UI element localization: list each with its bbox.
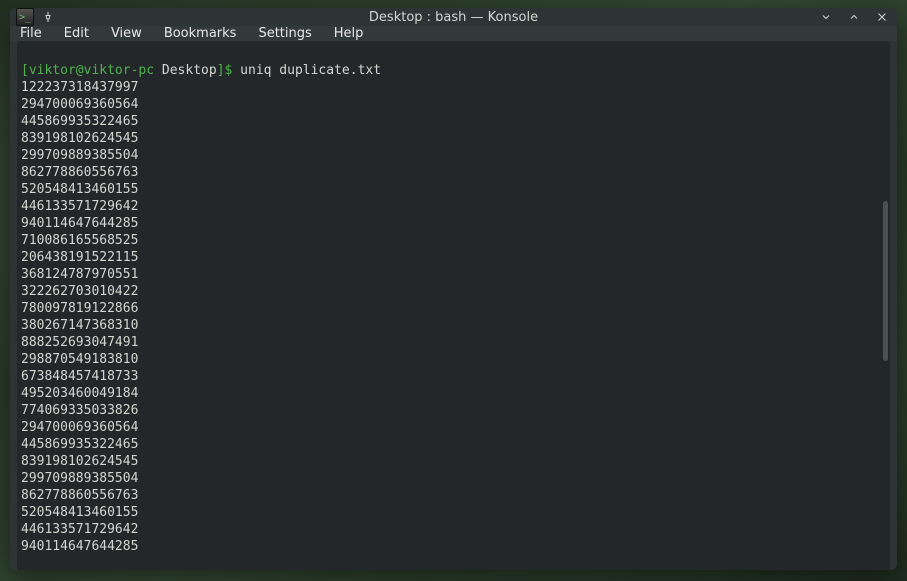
- prompt-userhost: viktor@viktor-pc: [29, 63, 154, 78]
- output-line: 294700069360564: [21, 419, 882, 436]
- output-line: 446133571729642: [21, 198, 882, 215]
- menu-bookmarks[interactable]: Bookmarks: [164, 26, 237, 41]
- konsole-window: >_ Desktop : bash — Konsole File Edit Vi…: [10, 8, 897, 570]
- prompt-line: [viktor@viktor-pc Desktop]$ uniq duplica…: [21, 63, 381, 78]
- terminal-container: [viktor@viktor-pc Desktop]$ uniq duplica…: [10, 41, 897, 570]
- minimize-button[interactable]: [817, 8, 835, 26]
- pin-icon[interactable]: [40, 9, 56, 25]
- terminal-output: 1222373184379972947000693605644458699353…: [21, 79, 882, 555]
- output-line: 710086165568525: [21, 232, 882, 249]
- output-line: 322262703010422: [21, 283, 882, 300]
- output-line: 380267147368310: [21, 317, 882, 334]
- output-line: 862778860556763: [21, 487, 882, 504]
- output-line: 294700069360564: [21, 96, 882, 113]
- output-line: 446133571729642: [21, 521, 882, 538]
- output-line: 206438191522115: [21, 249, 882, 266]
- output-line: 298870549183810: [21, 351, 882, 368]
- menu-edit[interactable]: Edit: [64, 26, 89, 41]
- scrollbar-thumb[interactable]: [883, 201, 888, 361]
- output-line: 520548413460155: [21, 504, 882, 521]
- menu-help[interactable]: Help: [334, 26, 364, 41]
- menu-view[interactable]: View: [111, 26, 142, 41]
- output-line: 888252693047491: [21, 334, 882, 351]
- output-line: 368124787970551: [21, 266, 882, 283]
- menubar: File Edit View Bookmarks Settings Help: [10, 26, 897, 41]
- maximize-button[interactable]: [845, 8, 863, 26]
- menu-settings[interactable]: Settings: [258, 26, 311, 41]
- close-button[interactable]: [873, 8, 891, 26]
- titlebar-left-icons: >_: [16, 8, 56, 26]
- prompt-open-bracket: [: [21, 63, 29, 78]
- output-line: 495203460049184: [21, 385, 882, 402]
- window-controls: [817, 8, 891, 26]
- output-line: 839198102624545: [21, 130, 882, 147]
- titlebar[interactable]: >_ Desktop : bash — Konsole: [10, 8, 897, 26]
- window-title: Desktop : bash — Konsole: [10, 10, 897, 25]
- menu-file[interactable]: File: [20, 26, 42, 41]
- output-line: 862778860556763: [21, 164, 882, 181]
- output-line: 445869935322465: [21, 436, 882, 453]
- prompt-command: uniq duplicate.txt: [232, 63, 381, 78]
- terminal-app-icon[interactable]: >_: [16, 8, 34, 26]
- prompt-cwd: Desktop: [154, 63, 217, 78]
- output-line: 520548413460155: [21, 181, 882, 198]
- output-line: 299709889385504: [21, 470, 882, 487]
- prompt-close-bracket: ]: [217, 63, 225, 78]
- output-line: 774069335033826: [21, 402, 882, 419]
- output-line: 940114647644285: [21, 215, 882, 232]
- output-line: 839198102624545: [21, 453, 882, 470]
- output-line: 673848457418733: [21, 368, 882, 385]
- output-line: 122237318437997: [21, 79, 882, 96]
- output-line: 445869935322465: [21, 113, 882, 130]
- terminal[interactable]: [viktor@viktor-pc Desktop]$ uniq duplica…: [17, 41, 890, 570]
- output-line: 780097819122866: [21, 300, 882, 317]
- output-line: 299709889385504: [21, 147, 882, 164]
- output-line: 940114647644285: [21, 538, 882, 555]
